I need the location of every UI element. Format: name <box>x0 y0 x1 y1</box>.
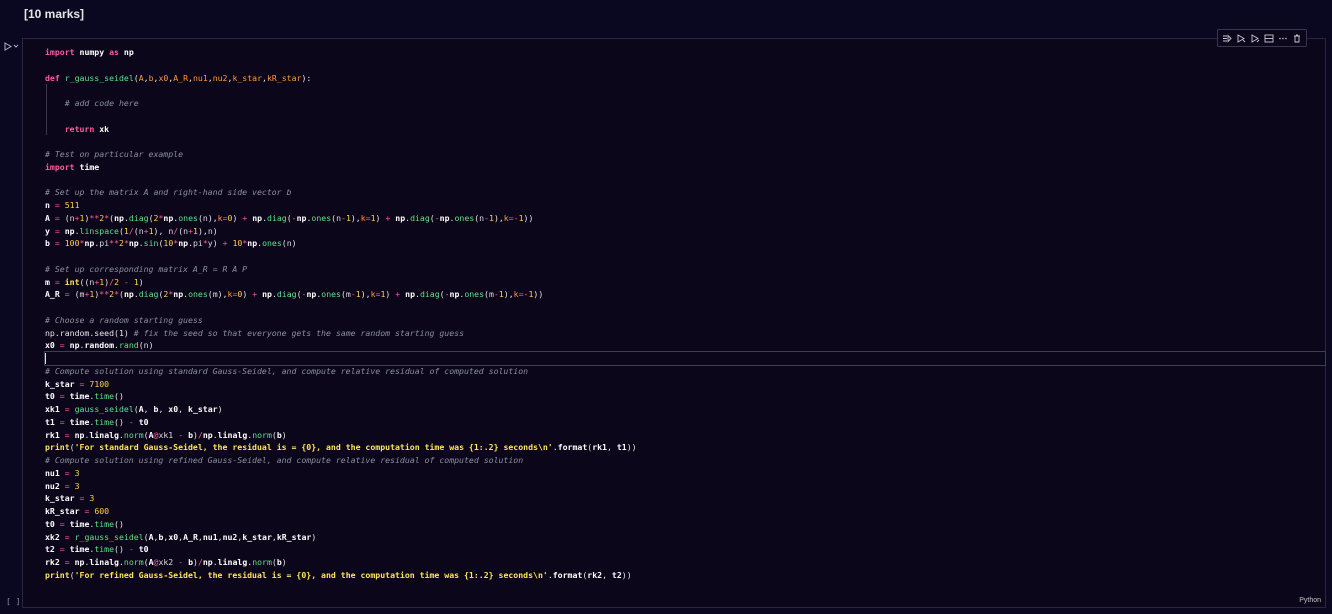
code-line[interactable]: np.random.seed(1) # fix the seed so that… <box>45 327 1325 340</box>
text-cursor <box>45 353 46 364</box>
code-line[interactable]: y = np.linspace(1/(n+1), n/(n+1),n) <box>45 225 1325 238</box>
run-by-line-icon[interactable] <box>1221 32 1233 44</box>
run-cell-button[interactable] <box>4 40 22 52</box>
code-line[interactable]: ​ <box>45 135 1325 148</box>
code-line[interactable]: print('For standard Gauss-Seidel, the re… <box>45 441 1325 454</box>
code-line[interactable]: kR_star = 600 <box>45 505 1325 518</box>
code-line[interactable]: k_star = 7100 <box>45 378 1325 391</box>
chevron-down-icon[interactable] <box>13 43 19 49</box>
execute-below-icon[interactable] <box>1249 32 1261 44</box>
code-line[interactable]: nu2 = 3 <box>45 480 1325 493</box>
markdown-heading: [10 marks] <box>24 7 85 21</box>
code-line[interactable]: ​ <box>45 59 1325 72</box>
code-line[interactable]: import numpy as np <box>45 46 1325 59</box>
code-line[interactable]: A_R = (m+1)**2*(np.diag(2*np.ones(m),k=0… <box>45 288 1325 301</box>
code-line[interactable]: # Test on particular example <box>45 148 1325 161</box>
delete-icon[interactable] <box>1291 32 1303 44</box>
code-line[interactable]: xk1 = gauss_seidel(A, b, x0, k_star) <box>45 403 1325 416</box>
cell-toolbar <box>1217 29 1307 47</box>
code-line[interactable]: b = 100*np.pi**2*np.sin(10*np.pi*y) + 10… <box>45 237 1325 250</box>
code-line[interactable]: def r_gauss_seidel(A,b,x0,A_R,nu1,nu2,k_… <box>45 72 1325 85</box>
split-cell-icon[interactable] <box>1263 32 1275 44</box>
code-line[interactable]: m = int((n+1)/2 - 1) <box>45 276 1325 289</box>
code-line[interactable]: return xk <box>45 123 1325 136</box>
code-line[interactable]: ​ <box>45 174 1325 187</box>
code-line[interactable]: # Choose a random starting guess <box>45 314 1325 327</box>
code-line[interactable]: k_star = 3 <box>45 492 1325 505</box>
code-line[interactable]: xk2 = r_gauss_seidel(A,b,x0,A_R,nu1,nu2,… <box>45 531 1325 544</box>
language-label[interactable]: Python <box>1299 597 1321 604</box>
code-line[interactable]: # Compute solution using standard Gauss-… <box>45 365 1325 378</box>
code-cell[interactable]: import numpy as np​def r_gauss_seidel(A,… <box>22 29 1326 608</box>
code-line[interactable]: nu1 = 3 <box>45 467 1325 480</box>
code-line[interactable]: # Compute solution using refined Gauss-S… <box>45 454 1325 467</box>
code-line[interactable]: print('For refined Gauss-Seidel, the res… <box>45 569 1325 582</box>
code-line[interactable]: ​ <box>45 84 1325 97</box>
code-line[interactable]: # add code here <box>45 97 1325 110</box>
code-line[interactable]: x0 = np.random.rand(n) <box>45 339 1325 352</box>
execute-above-icon[interactable] <box>1235 32 1247 44</box>
play-icon <box>4 41 12 51</box>
execution-count: [ ] <box>6 597 21 606</box>
code-line[interactable]: ​ <box>45 110 1325 123</box>
indent-guide <box>46 84 47 136</box>
code-editor[interactable]: import numpy as np​def r_gauss_seidel(A,… <box>44 46 1326 582</box>
more-icon[interactable] <box>1277 32 1289 44</box>
code-line[interactable]: rk2 = np.linalg.norm(A@xk2 - b)/np.linal… <box>45 556 1325 569</box>
code-line[interactable]: t0 = time.time() <box>45 390 1325 403</box>
code-line[interactable]: rk1 = np.linalg.norm(A@xk1 - b)/np.linal… <box>45 429 1325 442</box>
code-line[interactable] <box>44 351 1326 366</box>
code-line[interactable]: ​ <box>45 301 1325 314</box>
code-line[interactable]: t1 = time.time() - t0 <box>45 416 1325 429</box>
code-line[interactable]: import time <box>45 161 1325 174</box>
code-line[interactable]: A = (n+1)**2*(np.diag(2*np.ones(n),k=0) … <box>45 212 1325 225</box>
code-line[interactable]: ​ <box>45 250 1325 263</box>
code-line[interactable]: t0 = time.time() <box>45 518 1325 531</box>
code-line[interactable]: n = 511 <box>45 199 1325 212</box>
code-line[interactable]: t2 = time.time() - t0 <box>45 543 1325 556</box>
code-line[interactable]: # Set up corresponding matrix A_R = R A … <box>45 263 1325 276</box>
code-line[interactable]: # Set up the matrix A and right-hand sid… <box>45 186 1325 199</box>
